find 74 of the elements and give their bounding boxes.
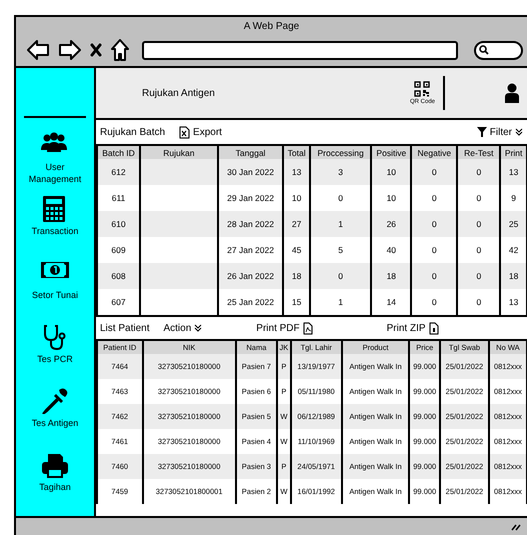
column-header: Negative xyxy=(411,146,458,159)
pdf-file-icon xyxy=(302,322,313,334)
qr-code-icon[interactable] xyxy=(414,81,430,97)
filter-button[interactable]: Filter xyxy=(476,126,523,138)
table-cell: 0 xyxy=(310,263,372,289)
sidebar-item[interactable]: Setor Tunai xyxy=(19,288,91,301)
table-cell: 13 xyxy=(500,159,527,185)
print-zip-button[interactable]: Print ZIP xyxy=(386,322,439,334)
action-dropdown[interactable]: Action xyxy=(163,322,202,334)
table-cell: 0 xyxy=(411,289,458,315)
address-field[interactable] xyxy=(142,40,458,60)
table-cell: 28 Jan 2022 xyxy=(218,211,284,237)
table-cell: 13 xyxy=(283,159,310,185)
search-field[interactable] xyxy=(474,40,523,60)
table-cell: 608 xyxy=(97,263,140,289)
excel-file-icon xyxy=(179,126,190,138)
table-cell: 0 xyxy=(411,211,458,237)
section-title: List Patient xyxy=(100,322,150,334)
table-cell: 18 xyxy=(500,263,527,289)
column-header: Tanggal xyxy=(218,146,284,159)
table-cell: 0 xyxy=(457,159,500,185)
table-cell: 27 xyxy=(283,211,310,237)
table-cell: 0 xyxy=(411,263,458,289)
dropper-icon[interactable] xyxy=(41,388,69,414)
table-cell: 10 xyxy=(371,159,412,185)
print-pdf-button[interactable]: Print PDF xyxy=(256,322,313,334)
table-cell: 18 xyxy=(371,263,412,289)
column-header: Rujukan xyxy=(140,146,218,159)
table-cell: 0 xyxy=(457,289,500,315)
sidebar-item[interactable]: Tes Antigen xyxy=(19,417,91,429)
printer-icon[interactable] xyxy=(41,452,69,478)
forward-icon[interactable] xyxy=(58,39,82,61)
table-cell: 15 xyxy=(283,289,310,315)
section-title: Rujukan Batch xyxy=(100,126,166,138)
column-header: Batch ID xyxy=(97,146,140,159)
table-cell: 0 xyxy=(411,159,458,185)
sidebar-item[interactable]: Tes PCR xyxy=(19,352,91,365)
home-icon[interactable] xyxy=(110,38,130,62)
table-cell: 26 xyxy=(371,211,412,237)
table-cell: 25 xyxy=(500,211,527,237)
table-cell: 25 Jan 2022 xyxy=(218,289,284,315)
column-header: Re-Test xyxy=(457,146,500,159)
table-cell: 0 xyxy=(457,263,500,289)
zip-file-icon xyxy=(428,322,439,334)
chevron-icon xyxy=(194,324,202,332)
filter-icon xyxy=(476,127,487,137)
table-cell: 1 xyxy=(310,211,372,237)
column-header: Total xyxy=(283,146,310,159)
sidebar-item[interactable]: Transaction xyxy=(19,224,91,237)
column-header: Print xyxy=(500,146,527,159)
table-cell: 18 xyxy=(283,263,310,289)
table-cell: 607 xyxy=(97,289,140,315)
table-cell: 610 xyxy=(97,211,140,237)
export-button[interactable]: Export xyxy=(179,126,222,138)
resize-grip-icon[interactable] xyxy=(511,522,521,530)
sidebar-item[interactable]: Tagihan xyxy=(19,481,91,494)
table-cell: 0 xyxy=(457,211,500,237)
column-header: Proccessing xyxy=(310,146,372,159)
close-icon[interactable] xyxy=(90,43,102,57)
table-cell: 14 xyxy=(371,289,412,315)
table-cell: 30 Jan 2022 xyxy=(218,159,284,185)
search-icon xyxy=(479,45,489,55)
user-icon[interactable] xyxy=(505,83,519,103)
table-cell: 612 xyxy=(97,159,140,185)
chevron-icon xyxy=(515,128,523,136)
column-header: Positive xyxy=(371,146,412,159)
page-title: Rujukan Antigen xyxy=(142,88,216,98)
back-icon[interactable] xyxy=(26,39,50,61)
table-cell: 3 xyxy=(310,159,372,185)
window-title: A Web Page xyxy=(242,20,300,33)
sidebar-item[interactable]: User Management xyxy=(19,160,91,185)
table-cell: 26 Jan 2022 xyxy=(218,263,284,289)
table-cell: 1 xyxy=(310,289,372,315)
table-cell: 13 xyxy=(500,289,527,315)
